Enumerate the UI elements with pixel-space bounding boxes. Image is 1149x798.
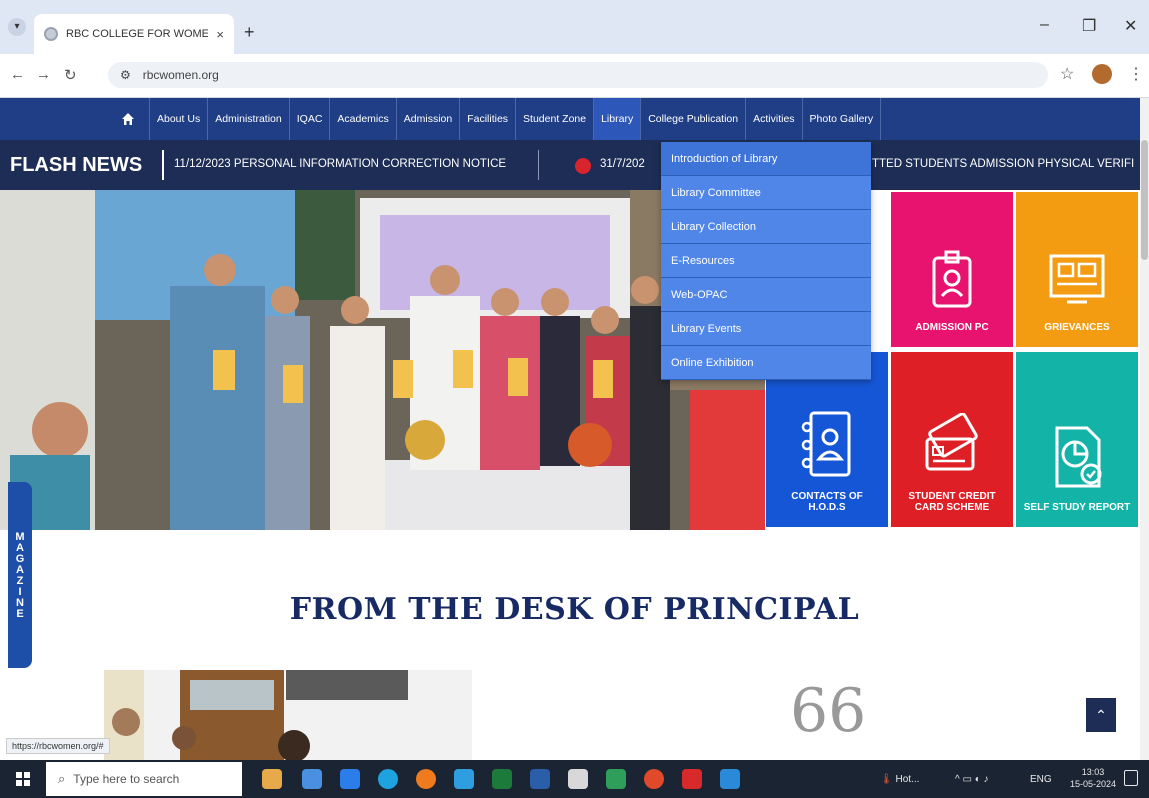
- bookmark-star-icon[interactable]: ☆: [1060, 64, 1074, 84]
- tile-grievances[interactable]: GRIEVANCES: [1016, 192, 1138, 347]
- url-bar[interactable]: ⚙ rbcwomen.org: [108, 62, 1048, 88]
- flash-news-label: FLASH NEWS: [10, 154, 143, 176]
- library-dropdown-menu: Introduction of Library Library Committe…: [661, 142, 871, 380]
- tile-label: GRIEVANCES: [1044, 322, 1110, 333]
- system-tray-icons[interactable]: ^ ▭ ◐ ♪: [955, 774, 989, 785]
- menu-library-collection[interactable]: Library Collection: [661, 210, 871, 244]
- taskbar-search-box[interactable]: ⌕ Type here to search: [46, 762, 242, 796]
- notepad-icon[interactable]: [568, 769, 588, 789]
- edge-icon[interactable]: [378, 769, 398, 789]
- nav-photo-gallery[interactable]: Photo Gallery: [803, 98, 882, 140]
- id-badge-icon: [932, 250, 972, 308]
- browser-tab[interactable]: RBC COLLEGE FOR WOMEN ×: [34, 14, 234, 54]
- site-nav-items: About Us Administration IQAC Academics A…: [107, 98, 882, 140]
- flash-news-item-tail[interactable]: TTED STUDENTS ADMISSION PHYSICAL VERIFI: [872, 158, 1134, 170]
- tab-search-icon[interactable]: ▾: [8, 18, 26, 36]
- tile-label: SELF STUDY REPORT: [1023, 502, 1131, 513]
- windows-start-icon[interactable]: [16, 772, 30, 786]
- store-icon[interactable]: [340, 769, 360, 789]
- magazine-side-tab[interactable]: MAGAZINE: [8, 482, 32, 668]
- back-icon[interactable]: ←: [10, 66, 25, 83]
- app-icon[interactable]: [720, 769, 740, 789]
- nav-library[interactable]: Library: [594, 98, 642, 140]
- flash-news-item[interactable]: 11/12/2023 PERSONAL INFORMATION CORRECTI…: [174, 158, 506, 170]
- clock-time: 13:03: [1081, 767, 1105, 777]
- nav-college-publication[interactable]: College Publication: [641, 98, 747, 140]
- acrobat-icon[interactable]: [682, 769, 702, 789]
- url-text: rbcwomen.org: [142, 68, 219, 82]
- flash-divider: [162, 150, 164, 180]
- tile-self-study-report[interactable]: SELF STUDY REPORT: [1016, 352, 1138, 527]
- nav-activities[interactable]: Activities: [746, 98, 803, 140]
- sheets-icon[interactable]: [606, 769, 626, 789]
- taskbar-clock[interactable]: 13:03 15-05-2024: [1070, 766, 1116, 790]
- tile-label: STUDENT CREDIT CARD SCHEME: [908, 491, 996, 513]
- site-info-icon[interactable]: ⚙: [120, 68, 131, 82]
- tile-student-credit-card[interactable]: STUDENT CREDIT CARD SCHEME: [891, 352, 1013, 527]
- tile-label: ADMISSION PC: [915, 322, 989, 333]
- file-explorer-icon[interactable]: [302, 769, 322, 789]
- nav-academics[interactable]: Academics: [330, 98, 397, 140]
- flash-item-divider: [538, 150, 539, 180]
- forward-icon[interactable]: →: [36, 66, 51, 83]
- nav-student-zone[interactable]: Student Zone: [516, 98, 595, 140]
- principal-heading: FROM THE DESK OF PRINCIPAL: [289, 592, 860, 627]
- minimize-icon[interactable]: –: [1040, 16, 1049, 34]
- notification-icon[interactable]: [1124, 770, 1138, 786]
- principal-photo: [104, 670, 472, 760]
- firefox-icon[interactable]: [416, 769, 436, 789]
- menu-library-committee[interactable]: Library Committee: [661, 176, 871, 210]
- chrome-icon[interactable]: [644, 769, 664, 789]
- hero-photo: [0, 190, 765, 530]
- nav-administration[interactable]: Administration: [208, 98, 290, 140]
- close-window-icon[interactable]: ✕: [1124, 16, 1137, 36]
- browser-menu-icon[interactable]: ⋮: [1128, 64, 1144, 84]
- reload-icon[interactable]: ↻: [64, 66, 77, 84]
- clock-date: 15-05-2024: [1070, 779, 1117, 789]
- nav-admission[interactable]: Admission: [397, 98, 461, 140]
- scrollbar-thumb[interactable]: [1141, 140, 1148, 260]
- scroll-to-top-button[interactable]: ⌃: [1086, 698, 1116, 732]
- weather-widget[interactable]: 🌡 Hot...: [880, 774, 919, 785]
- nav-about-us[interactable]: About Us: [150, 98, 209, 140]
- grievances-icon: [1049, 254, 1105, 304]
- language-indicator[interactable]: ENG: [1030, 774, 1052, 785]
- tab-close-icon[interactable]: ×: [216, 27, 224, 42]
- status-bar-url: https://rbcwomen.org/#: [6, 738, 110, 754]
- menu-library-events[interactable]: Library Events: [661, 312, 871, 346]
- weather-text: Hot...: [895, 774, 920, 785]
- profile-avatar[interactable]: [1092, 64, 1112, 84]
- menu-web-opac[interactable]: Web-OPAC: [661, 278, 871, 312]
- tile-label: CONTACTS OF H.O.D.S: [791, 491, 863, 513]
- nav-facilities[interactable]: Facilities: [460, 98, 517, 140]
- contact-book-icon: [801, 411, 851, 477]
- menu-e-resources[interactable]: E-Resources: [661, 244, 871, 278]
- cortana-icon[interactable]: [262, 769, 282, 789]
- flash-news-item-date[interactable]: 31/7/202: [600, 158, 645, 170]
- report-icon: [1055, 426, 1102, 488]
- excel-icon[interactable]: [492, 769, 512, 789]
- mail-icon[interactable]: [454, 769, 474, 789]
- restore-icon[interactable]: ❐: [1082, 16, 1096, 36]
- taskbar-search-placeholder: Type here to search: [73, 772, 180, 786]
- word-icon[interactable]: [530, 769, 550, 789]
- menu-introduction-of-library[interactable]: Introduction of Library: [661, 142, 871, 176]
- home-icon[interactable]: [107, 98, 150, 140]
- thermometer-icon: 🌡: [880, 774, 893, 785]
- new-badge-icon: [575, 158, 591, 174]
- search-icon: ⌕: [58, 771, 66, 786]
- tile-admission-pc[interactable]: ADMISSION PC: [891, 192, 1013, 347]
- favicon-icon: [44, 27, 58, 41]
- new-tab-button[interactable]: +: [244, 22, 255, 43]
- nav-iqac[interactable]: IQAC: [290, 98, 331, 140]
- quote-mark: 66: [790, 676, 867, 746]
- tab-title: RBC COLLEGE FOR WOMEN: [66, 28, 209, 40]
- credit-card-icon: [925, 413, 978, 471]
- menu-online-exhibition[interactable]: Online Exhibition: [661, 346, 871, 380]
